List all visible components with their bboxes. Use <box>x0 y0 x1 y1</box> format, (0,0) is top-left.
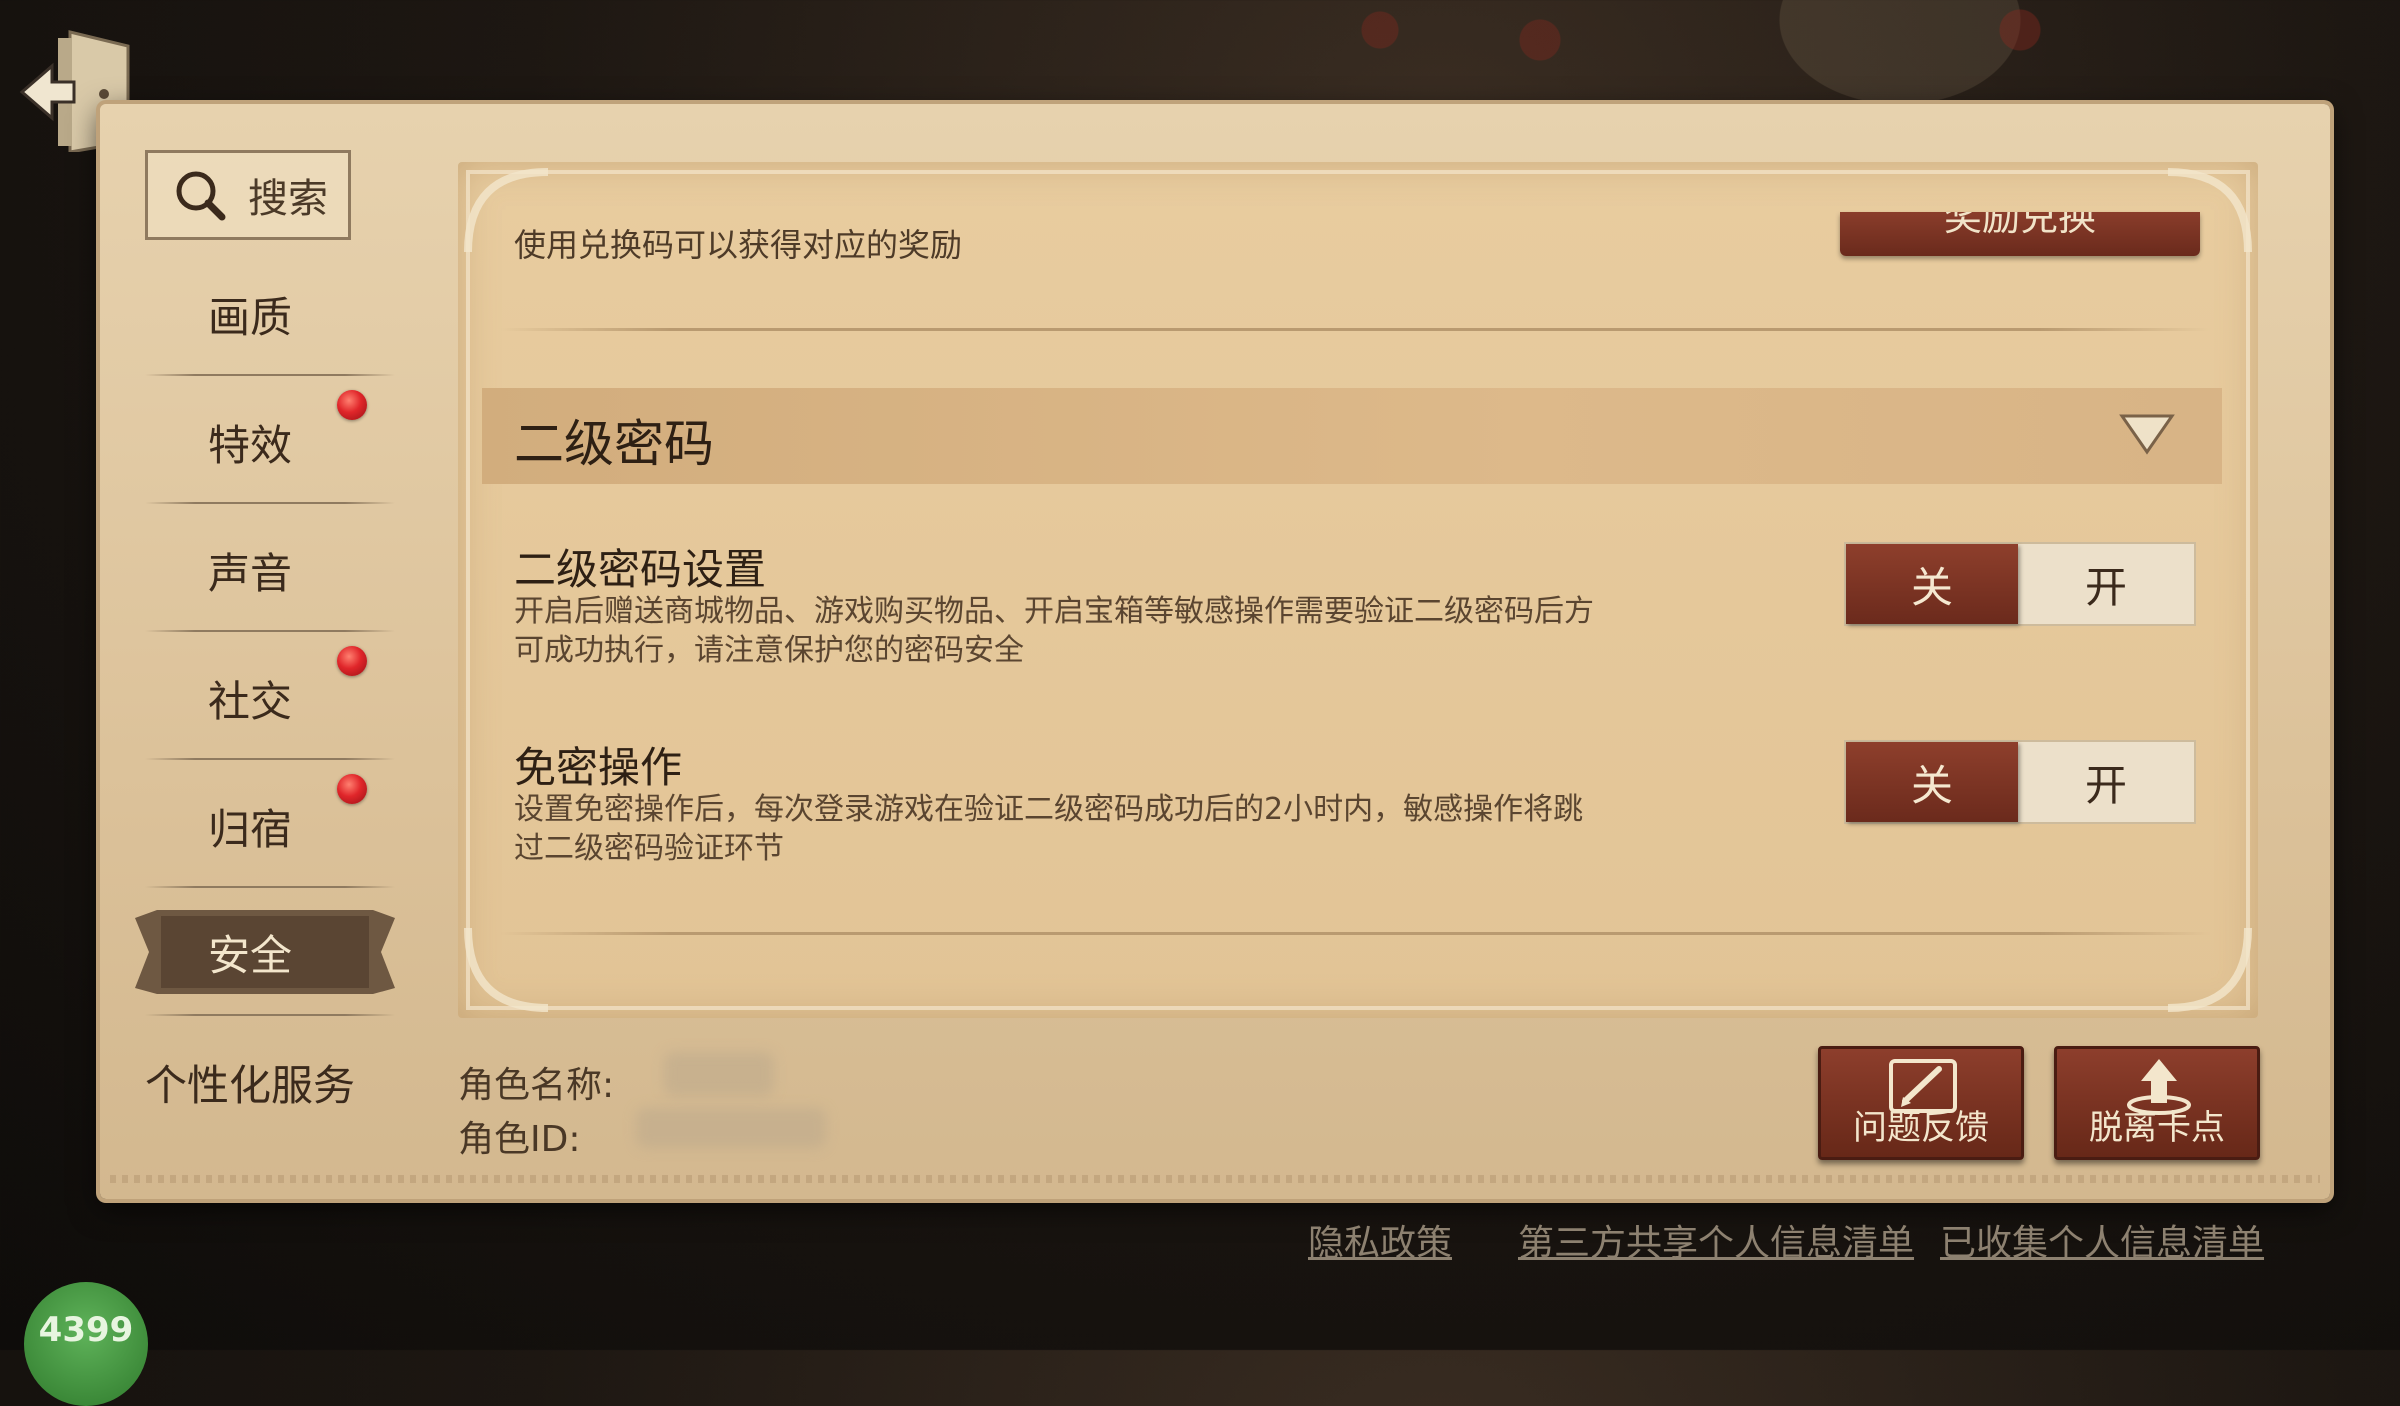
search-label: 搜索 <box>248 176 328 222</box>
redeem-description: 使用兑换码可以获得对应的奖励 <box>514 226 963 264</box>
feedback-button[interactable]: 问题反馈 <box>1818 1046 2024 1160</box>
password-setting-toggle[interactable]: 关 开 <box>1844 542 2196 626</box>
role-name-value-redacted <box>664 1052 774 1096</box>
option-title-password-free: 免密操作 <box>514 743 683 792</box>
role-id-value-redacted <box>636 1108 826 1148</box>
sidebar-item-label: 个性化服务 <box>144 1060 355 1110</box>
notification-dot <box>337 390 367 420</box>
divider <box>145 630 395 632</box>
option-description: 开启后赠送商城物品、游戏购买物品、开启宝箱等敏感操作需要验证二级密码后方可成功执… <box>514 594 1594 668</box>
sidebar-item-social[interactable]: 社交 <box>145 650 355 746</box>
sidebar-item-label: 安全 <box>207 930 292 980</box>
sidebar-item-label: 归宿 <box>207 804 292 854</box>
sidebar-item-label: 声音 <box>207 548 292 598</box>
toggle-on-option[interactable]: 开 <box>2018 742 2194 822</box>
section-title: 二级密码 <box>514 415 714 473</box>
divider <box>500 328 2210 331</box>
section-header-secondary-password[interactable] <box>482 388 2222 484</box>
settings-sidebar: 搜索 画质 特效 声音 社交 归宿 安全 个性化服务 <box>105 110 410 1170</box>
notification-dot <box>337 646 367 676</box>
divider <box>145 886 395 888</box>
third-party-info-link[interactable]: 第三方共享个人信息清单 <box>1518 1214 1914 1266</box>
unstuck-label: 脱离卡点 <box>2089 1108 2225 1148</box>
feedback-label: 问题反馈 <box>1853 1108 1989 1148</box>
redeem-reward-button[interactable]: 奖励兑换 <box>1840 212 2200 256</box>
notification-dot <box>337 774 367 804</box>
toggle-on-option[interactable]: 开 <box>2018 544 2194 624</box>
option-description: 设置免密操作后，每次登录游戏在验证二级密码成功后的2小时内，敏感操作将跳过二级密… <box>514 792 1584 866</box>
collected-info-link[interactable]: 已收集个人信息清单 <box>1940 1214 2264 1266</box>
divider <box>500 932 2210 935</box>
sidebar-item-label: 画质 <box>207 292 292 342</box>
toggle-off-option[interactable]: 关 <box>1846 544 2018 624</box>
toggle-off-option[interactable]: 关 <box>1846 742 2018 822</box>
divider <box>145 1014 395 1016</box>
sidebar-item-security[interactable]: 安全 <box>145 904 355 1000</box>
sidebar-item-personalization[interactable]: 个性化服务 <box>125 1034 375 1130</box>
divider <box>145 502 395 504</box>
password-free-toggle[interactable]: 关 开 <box>1844 740 2196 824</box>
divider <box>145 374 395 376</box>
sidebar-item-graphics[interactable]: 画质 <box>145 266 355 362</box>
role-id-label: 角色ID: <box>458 1119 581 1160</box>
sidebar-item-sound[interactable]: 声音 <box>145 522 355 618</box>
privacy-policy-link[interactable]: 隐私政策 <box>1308 1214 1452 1266</box>
sidebar-item-label: 社交 <box>207 676 292 726</box>
chevron-down-icon[interactable] <box>2118 410 2176 458</box>
search-icon <box>176 171 226 221</box>
sidebar-item-label: 特效 <box>207 420 292 470</box>
sidebar-item-home[interactable]: 归宿 <box>145 778 355 874</box>
search-button[interactable]: 搜索 <box>145 150 351 240</box>
platform-badge[interactable]: 4399 <box>24 1282 148 1406</box>
sidebar-item-effects[interactable]: 特效 <box>145 394 355 490</box>
unstuck-button[interactable]: 脱离卡点 <box>2054 1046 2260 1160</box>
role-name-label: 角色名称: <box>458 1065 615 1106</box>
divider <box>145 758 395 760</box>
option-title-password-setting: 二级密码设置 <box>514 545 767 594</box>
